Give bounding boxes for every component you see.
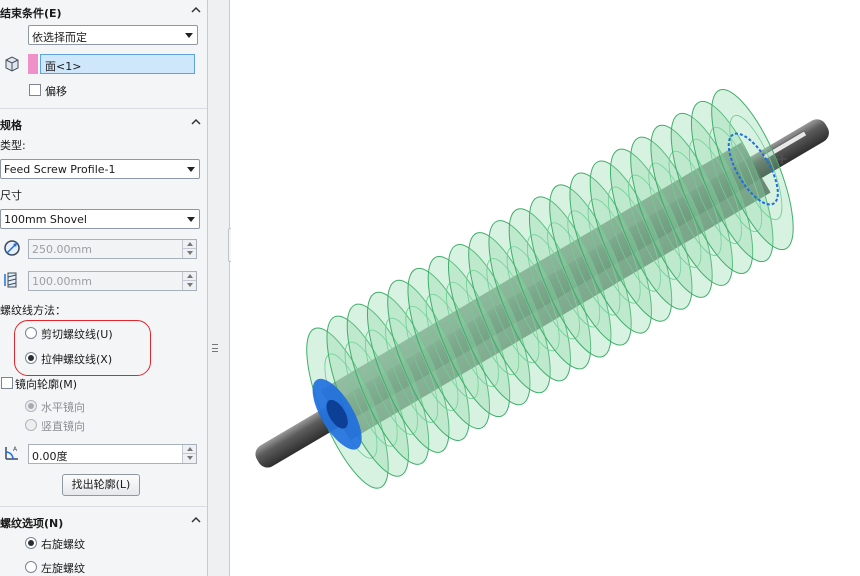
pitch-value: 100.00mm <box>32 275 92 288</box>
right-hand-thread-label: 右旋螺纹 <box>41 538 85 551</box>
offset-label: 偏移 <box>45 85 67 98</box>
left-hand-thread-radio[interactable] <box>25 561 37 573</box>
thread-property-manager: 结束条件(E) 依选择而定 面<1> 偏移 规格 类型: Feed Screw … <box>0 0 208 576</box>
extrude-thread-radio[interactable] <box>25 352 37 364</box>
thread-method-label: 螺纹线方法： <box>0 304 66 317</box>
size-value: 100mm Shovel <box>4 213 87 226</box>
size-select[interactable]: 100mm Shovel <box>0 209 200 229</box>
mirror-profile-checkbox[interactable] <box>1 377 13 389</box>
extrude-thread-label: 拉伸螺纹线(X) <box>41 353 113 366</box>
thread-options-title: 螺纹选项(N) <box>0 517 64 530</box>
angle-value: 0.00度 <box>32 450 68 463</box>
dropdown-arrow-icon <box>185 33 193 38</box>
panel-splitter[interactable] <box>208 0 230 576</box>
spin-up-icon[interactable] <box>182 272 196 281</box>
size-label: 尺寸 <box>0 189 22 202</box>
pitch-spinbox[interactable]: 100.00mm <box>28 271 197 291</box>
end-condition-select[interactable]: 依选择而定 <box>28 25 198 45</box>
graphics-viewport[interactable] <box>231 0 860 576</box>
cut-thread-radio[interactable] <box>25 327 37 339</box>
cut-thread-label: 剪切螺纹线(U) <box>41 328 113 341</box>
horizontal-mirror-radio[interactable] <box>25 400 37 412</box>
horizontal-mirror-label: 水平镜向 <box>41 401 85 414</box>
feed-screw-model[interactable] <box>231 0 860 576</box>
offset-checkbox[interactable] <box>29 84 41 96</box>
spin-up-icon[interactable] <box>182 240 196 249</box>
type-select[interactable]: Feed Screw Profile-1 <box>0 159 200 179</box>
end-condition-title: 结束条件(E) <box>0 7 62 20</box>
splitter-grip-icon[interactable] <box>212 344 218 352</box>
mirror-profile-label: 镜向轮廓(M) <box>15 378 78 391</box>
face-selection-value: 面<1> <box>45 60 82 73</box>
type-value: Feed Screw Profile-1 <box>4 163 116 176</box>
spin-up-icon[interactable] <box>182 445 196 454</box>
vertical-mirror-radio[interactable] <box>25 419 37 431</box>
rotation-angle-icon: A <box>5 446 18 460</box>
section-divider <box>0 506 207 507</box>
spin-down-icon[interactable] <box>182 249 196 258</box>
thread-options-header[interactable]: 螺纹选项(N) <box>0 512 207 532</box>
dropdown-arrow-icon <box>187 167 195 172</box>
diameter-spinbox[interactable]: 250.00mm <box>28 239 197 259</box>
spec-title: 规格 <box>0 119 22 132</box>
vertical-mirror-label: 竖直镜向 <box>41 420 85 433</box>
spin-down-icon[interactable] <box>182 281 196 290</box>
face-select-icon <box>5 56 19 72</box>
angle-spinbox[interactable]: 0.00度 <box>28 444 197 464</box>
diameter-value: 250.00mm <box>32 243 92 256</box>
face-color-swatch <box>28 54 38 74</box>
right-hand-thread-radio[interactable] <box>25 537 37 549</box>
spin-down-icon[interactable] <box>182 454 196 463</box>
pitch-icon <box>4 272 17 288</box>
end-condition-value: 依选择而定 <box>32 31 87 44</box>
dropdown-arrow-icon <box>187 217 195 222</box>
spec-header[interactable]: 规格 <box>0 114 207 134</box>
collapse-chevron-icon[interactable] <box>190 116 202 128</box>
face-selection-box[interactable]: 面<1> <box>40 54 195 74</box>
diameter-icon <box>4 240 20 256</box>
end-condition-header[interactable]: 结束条件(E) <box>0 2 207 22</box>
svg-text:A: A <box>13 446 18 453</box>
collapse-chevron-icon[interactable] <box>190 4 202 16</box>
section-divider <box>0 108 207 109</box>
screw-assembly <box>255 88 829 489</box>
type-label: 类型: <box>0 139 26 152</box>
left-hand-thread-label: 左旋螺纹 <box>41 562 85 575</box>
find-profile-button[interactable]: 找出轮廓(L) <box>62 474 140 496</box>
collapse-chevron-icon[interactable] <box>190 514 202 526</box>
